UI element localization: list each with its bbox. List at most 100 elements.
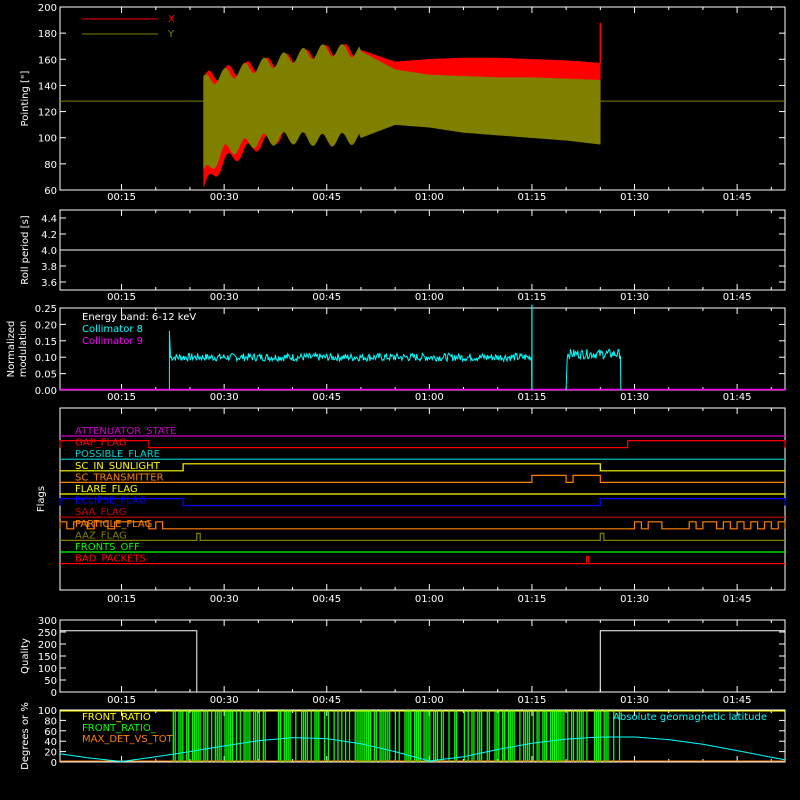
y-tick-label: 40 <box>44 737 57 748</box>
x-tick-label: 00:15 <box>107 192 136 203</box>
flag-label: POSSIBLE_FLARE <box>75 449 160 460</box>
flag-flare-flag: FLARE_FLAG <box>60 484 785 495</box>
x-tick-label: 01:00 <box>415 594 444 605</box>
y-tick-label: 0 <box>51 758 57 769</box>
collimator-8-segment-1 <box>565 348 622 391</box>
panel-1-frame: 00:15 00:30 00:45 01:00 01:15 01:30 01:45 <box>59 209 786 303</box>
y-tick-label: 20 <box>44 748 57 759</box>
y-axis-label: Degrees or % <box>20 702 31 770</box>
x-tick-label: 00:15 <box>107 695 136 706</box>
x-tick-label: 01:45 <box>723 695 752 706</box>
x-tick-label: 00:15 <box>107 392 136 403</box>
x-tick-label: 00:30 <box>210 594 239 605</box>
panel-4-frame: 00:15 00:30 00:45 01:00 01:15 01:30 01:45 <box>59 619 786 706</box>
front-ratio-2-bars <box>172 710 621 762</box>
y-axis-label: Roll period [s] <box>20 215 31 284</box>
y-tick-label: 250 <box>38 628 57 639</box>
y-axis-label: Quality <box>20 638 31 674</box>
flag-label: FRONTS_OFF <box>75 542 140 553</box>
y-tick-label: 100 <box>38 664 57 675</box>
x-tick-label: 00:45 <box>312 594 341 605</box>
energy-band-label: Energy band: 6-12 keV <box>82 312 196 323</box>
x-tick-label: 01:15 <box>518 292 547 303</box>
flag-gap-flag: GAP_FLAG <box>59 438 786 449</box>
flag-trace <box>60 532 785 542</box>
flag-trace <box>60 474 785 483</box>
y-tick-label: 4.2 <box>41 230 57 241</box>
y-tick-label: 0.15 <box>35 337 57 348</box>
flag-sc-transmitter: SC_TRANSMITTER <box>60 472 785 483</box>
y-tick-label: 150 <box>38 652 57 663</box>
x-tick-label: 00:15 <box>107 594 136 605</box>
x-tick-label: 01:45 <box>723 292 752 303</box>
x-tick-label: 00:45 <box>312 292 341 303</box>
y-axis-label: Pointing ["] <box>20 70 31 126</box>
x-tick-label: 01:30 <box>620 392 649 403</box>
flag-label: AAZ_FLAG <box>75 530 127 541</box>
flag-label: ECLIPSE_FLAG <box>75 496 146 507</box>
y-axis-label: Flags <box>36 486 47 512</box>
x-tick-label: 01:00 <box>415 292 444 303</box>
x-tick-label: 00:15 <box>107 292 136 303</box>
flag-label: FLARE_FLAG <box>75 484 138 495</box>
y-tick-label: 3.6 <box>41 278 57 289</box>
y-tick-label: 200 <box>38 640 57 651</box>
x-tick-label: 01:45 <box>723 392 752 403</box>
x-tick-label: 01:30 <box>620 594 649 605</box>
x-tick-label: 01:30 <box>620 292 649 303</box>
y-tick-label: 60 <box>44 727 57 738</box>
y-tick-label: 3.8 <box>41 262 57 273</box>
y-tick-label: 100 <box>38 706 57 717</box>
collimator-8-segment-0 <box>168 330 533 391</box>
y-tick-label: 120 <box>38 108 57 119</box>
x-tick-label: 01:30 <box>620 192 649 203</box>
flag-label: PARTICLE_FLAG <box>75 519 152 530</box>
y-tick-label: 0 <box>51 688 57 699</box>
x-tick-label: 00:30 <box>210 192 239 203</box>
legend-y-label: Y <box>167 29 175 40</box>
y-tick-label: 100 <box>38 134 57 145</box>
flag-trace <box>59 521 786 530</box>
y-tick-label: 300 <box>38 616 57 627</box>
y-tick-label: 200 <box>38 3 57 14</box>
y-tick-label: 180 <box>38 29 57 40</box>
y-tick-label: 0.10 <box>35 353 57 364</box>
x-tick-label: 00:45 <box>312 392 341 403</box>
y-tick-label: 4.0 <box>41 246 57 257</box>
y-tick-label: 50 <box>44 676 57 687</box>
x-tick-label: 01:15 <box>518 392 547 403</box>
flag-saa-flag: SAA_FLAG <box>60 507 785 518</box>
flag-sc-in-sunlight: SC_IN_SUNLIGHT <box>60 461 785 472</box>
x-tick-label: 01:00 <box>415 695 444 706</box>
x-tick-label: 01:45 <box>723 594 752 605</box>
x-tick-label: 00:30 <box>210 392 239 403</box>
quicklook-figure: 00:15 00:30 00:45 01:00 01:15 01:30 01:4500:15… <box>6 3 786 770</box>
flag-eclipse-flag: ECLIPSE_FLAG <box>59 496 786 507</box>
x-tick-label: 00:45 <box>312 695 341 706</box>
legend-geomagnetic-latitude: Absolute geomagnetic latitude <box>613 712 767 723</box>
flag-bad-packets: BAD_PACKETS <box>60 554 785 565</box>
y-tick-label: 4.4 <box>41 214 57 225</box>
flag-trace <box>60 463 785 472</box>
y-axis-label: Normalized <box>6 321 17 378</box>
flag-trace <box>60 555 785 565</box>
legend-collimator-8: Collimator 8 <box>82 324 143 335</box>
x-tick-label: 01:15 <box>518 192 547 203</box>
flag-aaz-flag: AAZ_FLAG <box>60 530 785 541</box>
flag-label: ATTENUATOR_STATE <box>75 426 176 437</box>
panel-3-frame: 00:15 00:30 00:45 01:00 01:15 01:30 01:45 <box>59 407 786 605</box>
y-tick-label: 60 <box>44 186 57 197</box>
flag-label: SC_IN_SUNLIGHT <box>75 461 161 472</box>
flag-particle-flag: PARTICLE_FLAG <box>59 519 786 530</box>
quality-line <box>60 630 785 693</box>
legend-front-ratio: FRONT_RATIO <box>82 712 151 723</box>
legend-max-det: MAX_DET_VS_TOT <box>82 734 174 745</box>
y-tick-label: 0.25 <box>35 304 57 315</box>
y-tick-label: 140 <box>38 81 57 92</box>
flag-possible-flare: POSSIBLE_FLARE <box>60 449 785 460</box>
x-tick-label: 00:45 <box>312 192 341 203</box>
x-tick-label: 01:15 <box>518 594 547 605</box>
flag-label: BAD_PACKETS <box>75 554 146 565</box>
flag-fronts-off: FRONTS_OFF <box>60 542 785 553</box>
x-tick-label: 01:00 <box>415 392 444 403</box>
